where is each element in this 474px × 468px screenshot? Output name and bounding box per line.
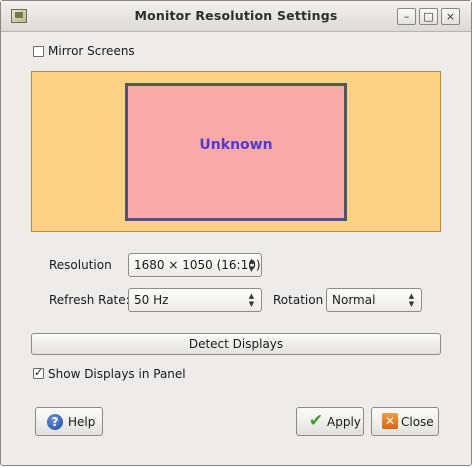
up-down-arrows-icon: ▲ ▼	[248, 292, 255, 308]
minimize-button[interactable]: –	[397, 8, 416, 25]
refresh-rate-combo[interactable]: 50 Hz ▲ ▼	[128, 288, 262, 312]
detect-displays-button[interactable]: Detect Displays	[31, 333, 441, 355]
maximize-icon: □	[423, 10, 434, 23]
title-bar[interactable]: Monitor Resolution Settings – □ ×	[1, 1, 471, 32]
rotation-label: Rotation	[273, 293, 324, 307]
apply-button[interactable]: ✔ Apply	[296, 407, 364, 436]
apply-label: Apply	[327, 415, 361, 429]
dialog-window: Monitor Resolution Settings – □ × Mirror…	[0, 0, 472, 466]
mirror-screens-checkbox[interactable]	[33, 46, 44, 57]
rotation-combo[interactable]: Normal ▲ ▼	[326, 288, 422, 312]
show-displays-label[interactable]: Show Displays in Panel	[48, 367, 186, 381]
mirror-screens-label[interactable]: Mirror Screens	[48, 44, 135, 58]
close-label: Close	[401, 415, 434, 429]
refresh-rate-value: 50 Hz	[134, 293, 169, 307]
close-button[interactable]: ✕ Close	[371, 407, 439, 436]
help-button[interactable]: ? Help	[35, 407, 103, 436]
resolution-combo[interactable]: 1680 × 1050 (16:10) ▲ ▼	[128, 253, 262, 277]
up-down-arrows-icon: ▲ ▼	[408, 292, 415, 308]
maximize-button[interactable]: □	[419, 8, 438, 25]
show-displays-checkbox[interactable]: ✓	[33, 366, 44, 379]
close-icon: ×	[445, 10, 456, 23]
help-label: Help	[68, 415, 96, 429]
minimize-icon: –	[403, 10, 410, 23]
checkmark-icon: ✔	[308, 411, 324, 431]
up-down-arrows-icon: ▲ ▼	[248, 257, 255, 273]
refresh-rate-label: Refresh Rate:	[49, 293, 130, 307]
resolution-label: Resolution	[49, 258, 112, 272]
checkmark-icon: ✓	[34, 366, 44, 379]
monitor-preview[interactable]: Unknown	[125, 83, 347, 221]
monitor-name: Unknown	[199, 137, 273, 153]
detect-displays-label: Detect Displays	[188, 337, 284, 351]
resolution-value: 1680 × 1050 (16:10)	[134, 258, 261, 272]
close-window-button[interactable]: ×	[441, 8, 460, 25]
rotation-value: Normal	[332, 293, 376, 307]
help-icon: ?	[47, 414, 63, 430]
close-x-icon: ✕	[382, 413, 398, 429]
